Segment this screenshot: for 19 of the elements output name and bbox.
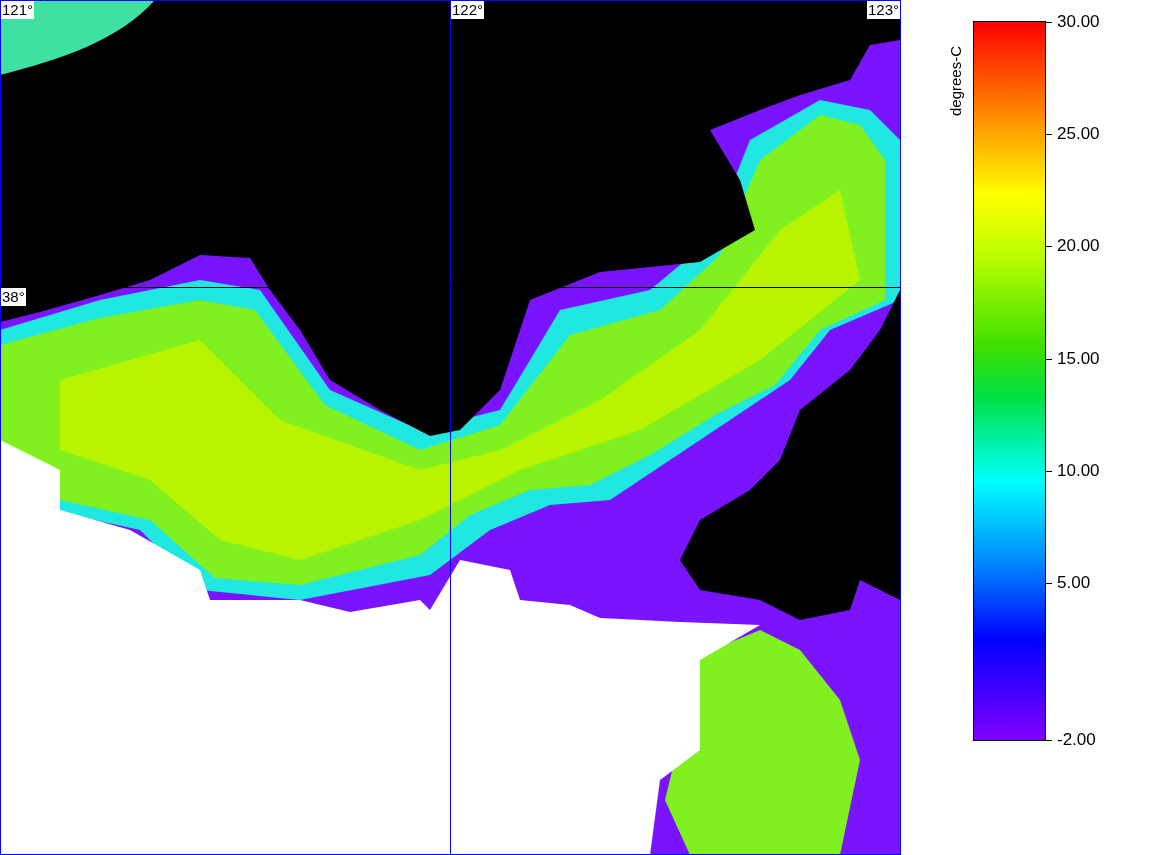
colorbar-tick xyxy=(1046,583,1052,584)
colorbar-label: 5.00 xyxy=(1057,573,1091,593)
colorbar-label: -2.00 xyxy=(1057,730,1096,750)
longitude-label: 122° xyxy=(451,1,485,19)
longitude-label: 123° xyxy=(866,1,900,19)
colorbar-tick xyxy=(1046,246,1052,248)
colorbar-label: 10.00 xyxy=(1057,460,1100,481)
colorbar-label: 30.00 xyxy=(1057,12,1100,32)
colorbar-tick xyxy=(1046,22,1052,23)
colorbar-tick xyxy=(1046,134,1052,136)
longitude-label: 121° xyxy=(1,1,35,19)
colorbar-label: 20.00 xyxy=(1057,236,1100,257)
colorbar-title: degrees-C xyxy=(947,45,965,116)
colorbar-tick xyxy=(1046,470,1052,472)
latitude-label: 38° xyxy=(1,288,26,306)
colorbar-tick xyxy=(1046,740,1052,741)
colorbar-label: 25.00 xyxy=(1057,124,1100,145)
colorbar-label: 15.00 xyxy=(1057,348,1100,369)
colorbar-tick xyxy=(1046,358,1052,360)
